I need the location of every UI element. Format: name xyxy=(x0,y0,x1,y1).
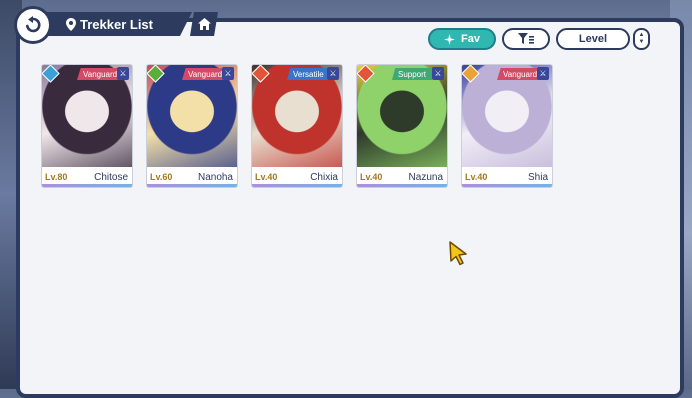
trekker-card-grid: Vanguard ⚔ Lv.80 Chitose Vanguard ⚔ Lv.6… xyxy=(41,64,553,188)
trekker-level: Lv.40 xyxy=(465,172,488,182)
trekker-name: Nanoha xyxy=(197,171,233,183)
sort-by-button[interactable]: Level xyxy=(556,28,630,50)
role-tag: Versatile xyxy=(287,68,330,80)
trekker-name: Chitose xyxy=(94,171,128,183)
fav-label: Fav xyxy=(461,33,480,45)
sort-down-icon: ▼ xyxy=(638,39,645,45)
trekker-name: Chixia xyxy=(310,171,338,183)
page-title: Trekker List xyxy=(80,16,153,32)
card-info-bar: Lv.40 Nazuna xyxy=(357,167,447,187)
trekker-card[interactable]: Support ⚔ Lv.40 Nazuna xyxy=(356,64,448,188)
location-pin-icon xyxy=(66,17,76,31)
sort-up-icon: ▲ xyxy=(638,32,645,38)
class-icon: ⚔ xyxy=(222,67,234,80)
card-info-bar: Lv.80 Chitose xyxy=(42,167,132,187)
mouse-cursor-icon xyxy=(449,241,467,266)
trekker-card[interactable]: Vanguard ⚔ Lv.80 Chitose xyxy=(41,64,133,188)
card-info-bar: Lv.40 Shia xyxy=(462,167,552,187)
trekker-name: Nazuna xyxy=(408,171,443,183)
list-controls: Fav Level ▲ ▼ xyxy=(428,28,650,50)
trekker-card[interactable]: Vanguard ⚔ Lv.40 Shia xyxy=(461,64,553,188)
sort-order-button[interactable]: ▲ ▼ xyxy=(633,28,650,50)
back-arrow-icon xyxy=(26,16,41,33)
trekker-level: Lv.40 xyxy=(360,172,383,182)
title-bar: Trekker List xyxy=(42,12,192,36)
trekker-card[interactable]: Vanguard ⚔ Lv.60 Nanoha xyxy=(146,64,238,188)
home-icon xyxy=(197,18,211,30)
trekker-level: Lv.40 xyxy=(255,172,278,182)
fav-button[interactable]: Fav xyxy=(428,28,496,50)
class-icon: ⚔ xyxy=(432,67,444,80)
home-button[interactable] xyxy=(190,12,218,36)
class-icon: ⚔ xyxy=(327,67,339,80)
trekker-level: Lv.60 xyxy=(150,172,173,182)
card-info-bar: Lv.60 Nanoha xyxy=(147,167,237,187)
class-icon: ⚔ xyxy=(537,67,549,80)
sort-by-label: Level xyxy=(578,33,608,45)
role-tag: Support xyxy=(392,68,433,80)
card-info-bar: Lv.40 Chixia xyxy=(252,167,342,187)
trekker-card[interactable]: Versatile ⚔ Lv.40 Chixia xyxy=(251,64,343,188)
class-icon: ⚔ xyxy=(117,67,129,80)
back-button[interactable] xyxy=(14,6,52,44)
trekker-level: Lv.80 xyxy=(45,172,68,182)
filter-icon xyxy=(518,33,534,44)
filter-button[interactable] xyxy=(502,28,550,50)
sparkle-icon xyxy=(444,33,456,45)
trekker-name: Shia xyxy=(527,171,548,183)
